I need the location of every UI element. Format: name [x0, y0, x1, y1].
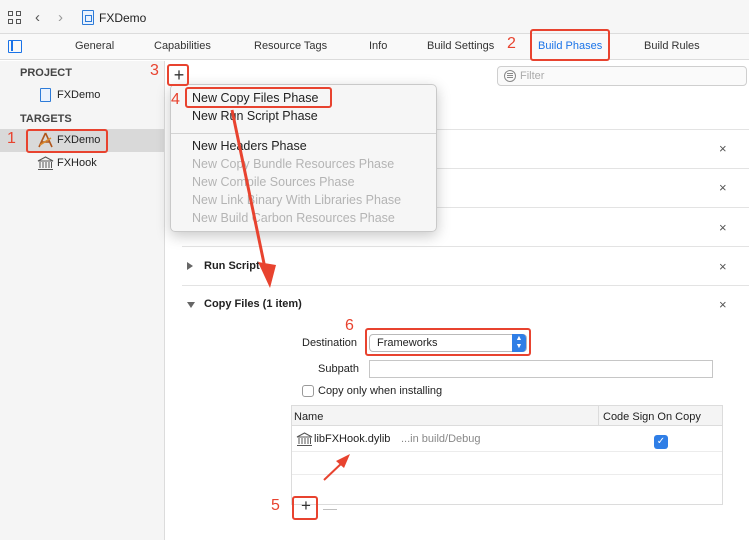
editor-tab-bar: General Capabilities Resource Tags Info …: [0, 34, 749, 60]
target-item-fxhook[interactable]: FXHook: [0, 152, 164, 175]
copy-files-phase-title[interactable]: Copy Files (1 item): [204, 298, 302, 310]
menu-separator: [171, 133, 436, 134]
targets-section-header: TARGETS: [20, 113, 72, 125]
chevron-left-icon[interactable]: ‹: [35, 9, 40, 26]
copy-only-checkbox[interactable]: [302, 385, 314, 397]
column-divider: [598, 406, 599, 426]
tab-capabilities[interactable]: Capabilities: [154, 40, 211, 52]
filter-icon: [504, 70, 516, 82]
close-icon[interactable]: ×: [719, 297, 727, 312]
annotation-box-copy-files-item: [185, 87, 332, 108]
annotation-number: 1: [7, 130, 16, 147]
column-header-code-sign[interactable]: Code Sign On Copy: [603, 411, 701, 423]
annotation-box-destination: [365, 328, 531, 356]
chevron-right-icon[interactable]: ›: [58, 9, 63, 26]
tab-info[interactable]: Info: [369, 40, 387, 52]
menu-item-new-link-binary-phase: New Link Binary With Libraries Phase: [192, 193, 402, 207]
file-name: libFXHook.dylib: [314, 433, 391, 445]
annotation-number: 3: [150, 62, 159, 79]
copy-files-table: Name Code Sign On Copy libFXHook.dylib .…: [291, 405, 723, 505]
close-icon[interactable]: ×: [719, 180, 727, 195]
disclosure-triangle-icon[interactable]: [187, 262, 193, 270]
remove-file-button[interactable]: —: [323, 500, 337, 516]
destination-label: Destination: [302, 337, 358, 349]
column-header-name[interactable]: Name: [294, 411, 323, 423]
project-item[interactable]: FXDemo: [0, 84, 164, 107]
copy-only-label: Copy only when installing: [318, 385, 443, 397]
filter-placeholder: Filter: [520, 70, 545, 82]
menu-item-new-build-carbon-resources-phase: New Build Carbon Resources Phase: [192, 211, 395, 225]
subpath-input[interactable]: [369, 360, 713, 378]
annotation-number: 5: [271, 497, 280, 514]
tab-general[interactable]: General: [75, 40, 114, 52]
table-header: Name Code Sign On Copy: [292, 406, 722, 426]
project-icon: [40, 88, 51, 102]
annotation-box-add-phase: [167, 64, 189, 86]
close-icon[interactable]: ×: [719, 220, 727, 235]
menu-item-new-run-script-phase[interactable]: New Run Script Phase: [192, 109, 318, 123]
close-icon[interactable]: ×: [719, 259, 727, 274]
subpath-label: Subpath: [318, 363, 359, 375]
annotation-box-build-phases: [530, 29, 610, 61]
annotation-number: 6: [345, 317, 354, 334]
disclosure-triangle-icon[interactable]: [187, 302, 195, 308]
title-bar: ‹ › FXDemo: [0, 0, 749, 34]
annotation-box-add-file: [292, 496, 318, 520]
menu-item-new-compile-sources-phase: New Compile Sources Phase: [192, 175, 355, 189]
row-divider: [292, 474, 722, 475]
phase-divider: [182, 246, 749, 247]
file-location: ...in build/Debug: [401, 433, 481, 445]
grid-icon[interactable]: [8, 11, 22, 25]
run-script-phase-title[interactable]: Run Script: [204, 260, 260, 272]
close-icon[interactable]: ×: [719, 141, 727, 156]
tab-build-settings[interactable]: Build Settings: [427, 40, 494, 52]
library-target-icon: [37, 156, 54, 170]
project-item-label: FXDemo: [57, 89, 101, 101]
target-label: FXHook: [57, 157, 97, 169]
annotation-number: 4: [171, 91, 180, 108]
menu-item-new-copy-bundle-resources-phase: New Copy Bundle Resources Phase: [192, 157, 395, 171]
project-file-icon: [82, 10, 94, 25]
library-icon: [296, 432, 313, 446]
sidebar-toggle-icon[interactable]: [8, 40, 22, 53]
menu-item-new-headers-phase[interactable]: New Headers Phase: [192, 139, 307, 153]
annotation-number: 2: [507, 35, 516, 52]
annotation-box-fxdemo-target: [26, 129, 108, 153]
filter-field[interactable]: Filter: [497, 66, 747, 86]
tab-resource-tags[interactable]: Resource Tags: [254, 40, 327, 52]
breadcrumb[interactable]: FXDemo: [99, 11, 146, 25]
row-divider: [292, 451, 722, 452]
phase-divider: [182, 285, 749, 286]
project-section-header: PROJECT: [20, 67, 72, 79]
tab-build-rules[interactable]: Build Rules: [644, 40, 700, 52]
code-sign-checkbox[interactable]: ✓: [654, 435, 668, 449]
